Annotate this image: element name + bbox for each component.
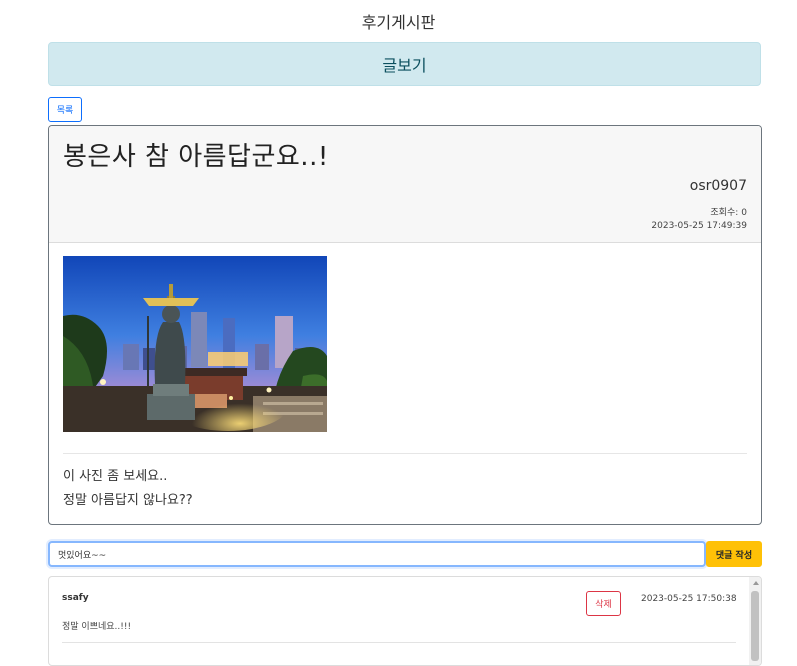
post-title: 봉은사 참 아름답군요..!: [63, 142, 329, 172]
view-post-banner: 글보기: [48, 42, 761, 86]
post-body-line: 정말 아름답지 않나요??: [63, 493, 193, 508]
post-body-line: 이 사진 좀 보세요..: [63, 469, 168, 484]
comment-author: ssafy: [62, 593, 89, 603]
content-divider: [63, 453, 747, 454]
post-body: 이 사진 좀 보세요.. 정말 아름답지 않나요??: [63, 465, 193, 513]
post-image: [63, 256, 327, 432]
scroll-thumb[interactable]: [751, 591, 759, 661]
submit-comment-button[interactable]: 댓글 작성: [706, 541, 762, 567]
comment-list: ssafy 정말 이쁘네요..!!! 삭제 2023-05-25 17:50:3…: [48, 576, 762, 666]
post-date: 2023-05-25 17:49:39: [651, 221, 747, 231]
comment-content: 정말 이쁘네요..!!!: [62, 622, 132, 632]
delete-comment-button[interactable]: 삭제: [586, 591, 621, 616]
comment-divider: [62, 642, 736, 643]
post-card: 봉은사 참 아름답군요..! osr0907 조회수: 0 2023-05-25 …: [48, 125, 762, 525]
comment-scrollbar[interactable]: [749, 577, 761, 665]
banner-label: 글보기: [382, 56, 427, 75]
post-header: 봉은사 참 아름답군요..! osr0907 조회수: 0 2023-05-25 …: [49, 126, 761, 243]
list-button[interactable]: 목록: [48, 97, 82, 122]
scroll-up-arrow-icon[interactable]: [753, 581, 759, 585]
comment-date: 2023-05-25 17:50:38: [641, 594, 737, 604]
comment-input[interactable]: [48, 541, 706, 567]
post-author: osr0907: [689, 178, 747, 194]
page-title: 후기게시판: [361, 13, 436, 32]
views-count: 0: [741, 208, 747, 218]
post-views: 조회수: 0: [707, 205, 747, 218]
views-label: 조회수:: [710, 208, 739, 218]
